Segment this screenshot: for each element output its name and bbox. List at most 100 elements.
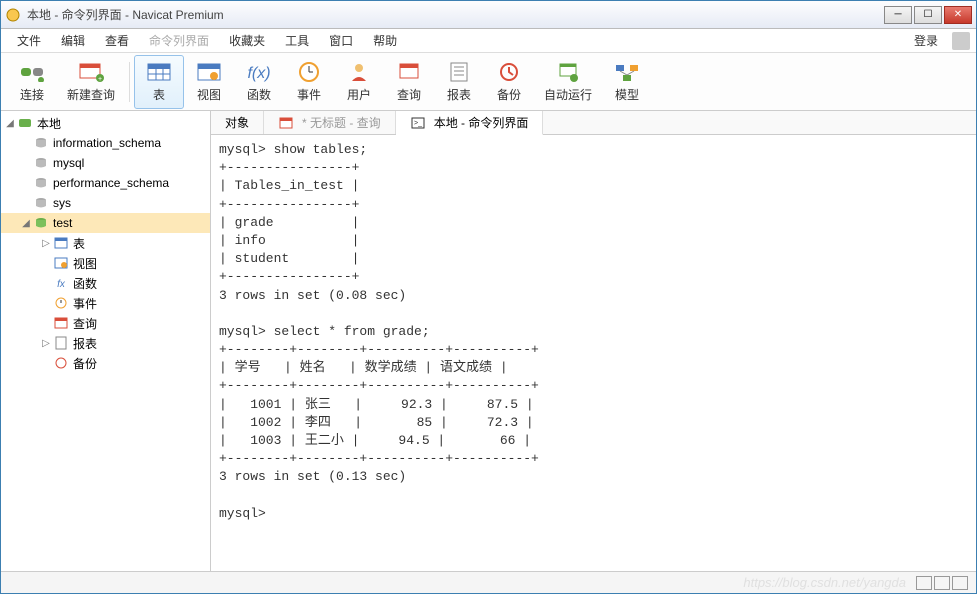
- close-button[interactable]: ✕: [944, 6, 972, 24]
- model-label: 模型: [615, 86, 639, 103]
- table-label: 表: [153, 86, 165, 103]
- tree-db-test[interactable]: ◢test: [1, 213, 210, 233]
- tab-label: 本地 - 命令列界面: [434, 114, 529, 131]
- report-label: 报表: [447, 86, 471, 103]
- db-label: sys: [53, 196, 71, 210]
- db-label: information_schema: [53, 136, 161, 150]
- database-icon: [33, 135, 49, 151]
- tab-cmdline[interactable]: >_ 本地 - 命令列界面: [396, 111, 544, 135]
- menubar: 文件 编辑 查看 命令列界面 收藏夹 工具 窗口 帮助 登录: [1, 29, 976, 53]
- table-icon: [145, 60, 173, 84]
- tree-db-sys[interactable]: sys: [1, 193, 210, 213]
- user-icon: [345, 60, 373, 84]
- menu-tools[interactable]: 工具: [275, 30, 319, 51]
- event-button[interactable]: 事件: [284, 55, 334, 109]
- model-button[interactable]: 模型: [602, 55, 652, 109]
- function-button[interactable]: f(x) 函数: [234, 55, 284, 109]
- tree-tables[interactable]: ▷表: [1, 233, 210, 253]
- query-icon: [395, 60, 423, 84]
- new-query-button[interactable]: + 新建查询: [57, 55, 125, 109]
- tree-root[interactable]: ◢本地: [1, 113, 210, 133]
- grid-view-icon[interactable]: [916, 576, 932, 590]
- detail-view-icon[interactable]: [934, 576, 950, 590]
- clock-icon: [53, 295, 69, 311]
- db-label: test: [53, 216, 72, 230]
- tree-root-label: 本地: [37, 115, 61, 132]
- svg-text:f(x): f(x): [247, 65, 270, 82]
- tab-untitled-query[interactable]: * 无标题 - 查询: [264, 111, 396, 134]
- user-button[interactable]: 用户: [334, 55, 384, 109]
- svg-text:+: +: [98, 76, 102, 82]
- database-icon: [33, 215, 49, 231]
- window-title: 本地 - 命令列界面 - Navicat Premium: [27, 6, 884, 23]
- tab-label: 对象: [225, 114, 249, 131]
- connect-label: 连接: [20, 86, 44, 103]
- database-icon: [33, 175, 49, 191]
- tree-label: 函数: [73, 275, 97, 292]
- login-link[interactable]: 登录: [904, 30, 948, 51]
- tree-backup[interactable]: 备份: [1, 353, 210, 373]
- maximize-button[interactable]: ☐: [914, 6, 942, 24]
- menu-help[interactable]: 帮助: [363, 30, 407, 51]
- autorun-label: 自动运行: [544, 86, 592, 103]
- tree-db-mysql[interactable]: mysql: [1, 153, 210, 173]
- tree-events[interactable]: 事件: [1, 293, 210, 313]
- minimize-button[interactable]: ─: [884, 6, 912, 24]
- console-output[interactable]: mysql> show tables; +----------------+ |…: [211, 135, 976, 571]
- tree-queries[interactable]: 查询: [1, 313, 210, 333]
- tree-label: 视图: [73, 255, 97, 272]
- menu-view[interactable]: 查看: [95, 30, 139, 51]
- terminal-icon: >_: [410, 115, 426, 131]
- function-icon: f(x): [245, 60, 273, 84]
- database-icon: [33, 155, 49, 171]
- function-icon: fx: [53, 275, 69, 291]
- titlebar: 本地 - 命令列界面 - Navicat Premium ─ ☐ ✕: [1, 1, 976, 29]
- menu-favorites[interactable]: 收藏夹: [219, 30, 275, 51]
- event-label: 事件: [297, 86, 321, 103]
- avatar[interactable]: [952, 32, 970, 50]
- toolbar: 连接 + 新建查询 表 视图 f(x) 函数 事件 用户 查询: [1, 53, 976, 111]
- backup-icon: [53, 355, 69, 371]
- query-button[interactable]: 查询: [384, 55, 434, 109]
- view-icon: [53, 255, 69, 271]
- connect-button[interactable]: 连接: [7, 55, 57, 109]
- tree-reports[interactable]: ▷报表: [1, 333, 210, 353]
- tree-db-perf-schema[interactable]: performance_schema: [1, 173, 210, 193]
- tree-label: 查询: [73, 315, 97, 332]
- table-icon: [53, 235, 69, 251]
- report-icon: [445, 60, 473, 84]
- tree-label: 备份: [73, 355, 97, 372]
- tree-label: 事件: [73, 295, 97, 312]
- watermark: https://blog.csdn.net/yangda: [743, 575, 906, 590]
- sidebar: ◢本地 information_schema mysql performance…: [1, 111, 211, 571]
- function-label: 函数: [247, 86, 271, 103]
- backup-button[interactable]: 备份: [484, 55, 534, 109]
- tree-label: 表: [73, 235, 85, 252]
- tab-bar: 对象 * 无标题 - 查询 >_ 本地 - 命令列界面: [211, 111, 976, 135]
- view-button[interactable]: 视图: [184, 55, 234, 109]
- clock-icon: [295, 60, 323, 84]
- statusbar: https://blog.csdn.net/yangda: [1, 571, 976, 593]
- tree-functions[interactable]: fx函数: [1, 273, 210, 293]
- tree-db-info-schema[interactable]: information_schema: [1, 133, 210, 153]
- list-view-icon[interactable]: [952, 576, 968, 590]
- view-icon: [195, 60, 223, 84]
- tree-views[interactable]: 视图: [1, 253, 210, 273]
- menu-window[interactable]: 窗口: [319, 30, 363, 51]
- tab-objects[interactable]: 对象: [211, 111, 264, 134]
- db-label: performance_schema: [53, 176, 169, 190]
- menu-file[interactable]: 文件: [7, 30, 51, 51]
- menu-cmdline[interactable]: 命令列界面: [139, 30, 219, 51]
- tab-label: * 无标题 - 查询: [302, 114, 381, 131]
- connection-icon: [17, 115, 33, 131]
- menu-edit[interactable]: 编辑: [51, 30, 95, 51]
- autorun-button[interactable]: 自动运行: [534, 55, 602, 109]
- plug-icon: [18, 60, 46, 84]
- new-query-icon: +: [77, 60, 105, 84]
- report-icon: [53, 335, 69, 351]
- database-icon: [33, 195, 49, 211]
- view-label: 视图: [197, 86, 221, 103]
- report-button[interactable]: 报表: [434, 55, 484, 109]
- table-button[interactable]: 表: [134, 55, 184, 109]
- backup-label: 备份: [497, 86, 521, 103]
